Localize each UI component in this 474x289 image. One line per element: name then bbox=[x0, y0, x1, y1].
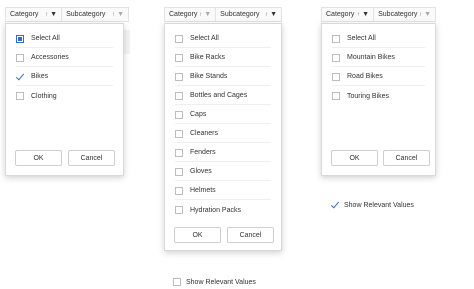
checkbox[interactable] bbox=[332, 53, 340, 62]
cancel-button[interactable]: Cancel bbox=[227, 227, 274, 243]
list-item[interactable]: Touring Bikes bbox=[332, 87, 425, 105]
list-item[interactable]: Bottles and Cages bbox=[175, 87, 271, 105]
list-item-label: Bikes bbox=[31, 73, 49, 80]
sort-ascending-icon[interactable]: ↑ bbox=[199, 12, 202, 18]
list-item-label: Bike Stands bbox=[190, 73, 228, 80]
show-relevant-values-toggle[interactable]: Show Relevant Values bbox=[173, 278, 256, 286]
checkbox[interactable] bbox=[175, 129, 183, 138]
ok-button[interactable]: OK bbox=[15, 150, 62, 166]
sort-ascending-icon[interactable]: ↑ bbox=[45, 12, 48, 18]
filter-icon[interactable]: ▼ bbox=[117, 11, 124, 18]
list-item-label: Select All bbox=[31, 35, 60, 42]
list-item[interactable]: Fenders bbox=[175, 144, 271, 162]
checkbox[interactable] bbox=[175, 186, 183, 195]
select-all-checkbox[interactable] bbox=[175, 34, 183, 43]
list-item[interactable]: Bike Stands bbox=[175, 68, 271, 86]
list-item[interactable]: Road Bikes bbox=[332, 68, 425, 86]
list-item-label: Touring Bikes bbox=[347, 92, 390, 100]
grid-background-left bbox=[124, 30, 130, 54]
list-item[interactable]: Bike Racks bbox=[175, 49, 271, 67]
list-item-label: Hydration Packs bbox=[190, 206, 241, 214]
filter-popup-category: Select All Accessories Bikes Clothing OK… bbox=[5, 23, 124, 176]
subcategory-header[interactable]: Subcategory ↑ ▼ bbox=[216, 8, 281, 21]
filter-icon[interactable]: ▼ bbox=[270, 11, 277, 18]
filter-popup-subcategory: Select All Bike Racks Bike Stands Bottle… bbox=[164, 23, 282, 251]
list-item[interactable]: Select All bbox=[175, 30, 271, 48]
filter-icon[interactable]: ▼ bbox=[204, 11, 211, 18]
show-relevant-values-toggle[interactable]: Show Relevant Values bbox=[331, 201, 414, 209]
checkbox[interactable] bbox=[332, 72, 340, 81]
list-item[interactable]: Bikes bbox=[16, 68, 113, 86]
filter-icon[interactable]: ▼ bbox=[50, 11, 57, 18]
list-item[interactable]: Gloves bbox=[175, 163, 271, 181]
checkbox[interactable] bbox=[175, 148, 183, 157]
list-item[interactable]: Clothing bbox=[16, 87, 113, 105]
list-item-label: Road Bikes bbox=[347, 73, 383, 80]
checkbox[interactable] bbox=[175, 206, 183, 214]
subcategory-header-label: Subcategory bbox=[220, 11, 260, 18]
list-item-label: Cleaners bbox=[190, 130, 219, 137]
header-bar-middle: Category ↑ ▼ Subcategory ↑ ▼ bbox=[164, 7, 282, 22]
sort-ascending-icon[interactable]: ↑ bbox=[265, 12, 268, 18]
list-item[interactable]: Caps bbox=[175, 106, 271, 124]
ok-button[interactable]: OK bbox=[174, 227, 221, 243]
header-bar-left: Category ↑ ▼ Subcategory ↑ ▼ bbox=[5, 7, 129, 22]
category-header-label: Category bbox=[10, 11, 39, 18]
list-item-label: Bike Racks bbox=[190, 54, 226, 61]
checkbox[interactable] bbox=[175, 91, 183, 100]
list-item-label: Clothing bbox=[31, 92, 57, 100]
cancel-button[interactable]: Cancel bbox=[383, 150, 430, 166]
list-item-label: Fenders bbox=[190, 149, 216, 156]
checkmark-icon[interactable] bbox=[331, 201, 339, 209]
list-item[interactable]: Helmets bbox=[175, 182, 271, 200]
cancel-button[interactable]: Cancel bbox=[68, 150, 115, 166]
category-header[interactable]: Category ↑ ▼ bbox=[322, 8, 375, 21]
list-item[interactable]: Cleaners bbox=[175, 125, 271, 143]
list-item-label: Gloves bbox=[190, 168, 212, 175]
category-header-label: Category bbox=[169, 11, 198, 18]
show-relevant-values-checkbox[interactable] bbox=[173, 278, 181, 286]
subcategory-header[interactable]: Subcategory ↑ ▼ bbox=[62, 8, 128, 21]
list-item-label: Select All bbox=[347, 35, 376, 42]
list-item[interactable]: Hydration Packs bbox=[175, 201, 271, 219]
show-relevant-values-label: Show Relevant Values bbox=[186, 278, 256, 286]
category-header[interactable]: Category ↑ ▼ bbox=[6, 8, 63, 21]
checkbox[interactable] bbox=[175, 167, 183, 176]
checkbox[interactable] bbox=[175, 53, 183, 62]
header-bar-right: Category ↑ ▼ Subcategory ↑ ▼ bbox=[321, 7, 436, 22]
sort-ascending-icon[interactable]: ↑ bbox=[112, 12, 115, 18]
filter-popup-subcategory-relevant: Select All Mountain Bikes Road Bikes Tou… bbox=[321, 23, 436, 176]
list-item[interactable]: Accessories bbox=[16, 49, 113, 67]
category-header[interactable]: Category ↑ ▼ bbox=[165, 8, 217, 21]
checkbox[interactable] bbox=[332, 92, 340, 100]
checkbox[interactable] bbox=[175, 110, 183, 119]
list-item[interactable]: Select All bbox=[16, 30, 113, 48]
sort-ascending-icon[interactable]: ↑ bbox=[357, 12, 360, 18]
list-item-label: Select All bbox=[190, 35, 219, 42]
show-relevant-values-label: Show Relevant Values bbox=[344, 201, 414, 209]
sort-ascending-icon[interactable]: ↑ bbox=[419, 12, 422, 18]
ok-button[interactable]: OK bbox=[331, 150, 378, 166]
list-item-label: Helmets bbox=[190, 187, 216, 194]
list-item-label: Caps bbox=[190, 111, 207, 118]
checkbox[interactable] bbox=[16, 53, 24, 62]
checkbox[interactable] bbox=[16, 92, 24, 100]
list-item[interactable]: Mountain Bikes bbox=[332, 49, 425, 67]
subcategory-header[interactable]: Subcategory ↑ ▼ bbox=[374, 8, 435, 21]
checkbox[interactable] bbox=[175, 72, 183, 81]
list-item[interactable]: Select All bbox=[332, 30, 425, 48]
category-header-label: Category bbox=[326, 11, 355, 18]
list-item-label: Bottles and Cages bbox=[190, 92, 248, 99]
subcategory-header-label: Subcategory bbox=[378, 11, 418, 18]
list-item-label: Accessories bbox=[31, 54, 69, 61]
list-item-label: Mountain Bikes bbox=[347, 54, 395, 61]
filter-icon[interactable]: ▼ bbox=[424, 11, 431, 18]
select-all-checkbox[interactable] bbox=[332, 34, 340, 43]
checkmark-icon[interactable] bbox=[16, 73, 24, 81]
filter-icon[interactable]: ▼ bbox=[362, 11, 369, 18]
select-all-checkbox[interactable] bbox=[16, 34, 24, 43]
subcategory-header-label: Subcategory bbox=[66, 11, 106, 18]
